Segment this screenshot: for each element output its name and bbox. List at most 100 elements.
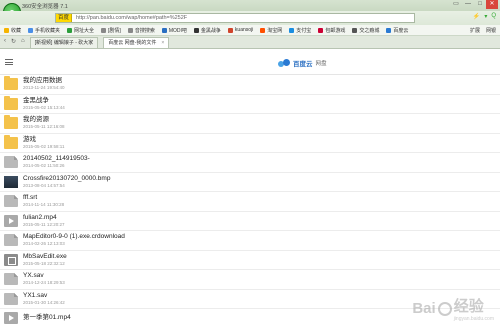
file-name: fff.srt	[23, 194, 38, 202]
file-name: 我的资源	[23, 116, 49, 124]
bookmark-item[interactable]: 音搜搜索	[127, 27, 155, 34]
bookmark-item[interactable]: 金黑战争	[193, 27, 221, 34]
file-list-item[interactable]: 我的应用数据 2013-11-24 19:54:40	[0, 75, 500, 95]
folder-icon	[4, 115, 18, 130]
file-list-item[interactable]: fff.srt 2014-11-14 11:30:28	[0, 192, 500, 212]
address-bar: 百度 http://pan.baidu.com/wap/home#path=%2…	[0, 11, 500, 25]
app-icon	[4, 253, 18, 266]
file-list-item[interactable]: 我的资源 2015-05-11 12:16:08	[0, 114, 500, 134]
bookmark-item[interactable]: 淘宝网	[260, 27, 282, 34]
file-name: MapEditor0-9-0 (1).exe.crdownload	[23, 233, 125, 241]
restore-icon[interactable]: ▭	[450, 0, 462, 9]
file-icon	[4, 273, 18, 286]
file-date: 2013-08-04 14:57:54	[23, 182, 65, 188]
bookmark-label: kuansoji	[234, 27, 254, 33]
search-icon[interactable]: Q	[491, 13, 496, 20]
tab-video[interactable]: [新视频] 编辑娘子 - 砍大家	[29, 37, 99, 48]
file-icon	[4, 234, 18, 247]
file-name: 第一季第01.mp4	[23, 314, 71, 322]
bookmark-label: 淘宝网	[267, 27, 283, 34]
maximize-button[interactable]: □	[474, 0, 486, 9]
dropdown-arrow-icon[interactable]: ▾	[484, 13, 487, 20]
file-name: fulian2.mp4	[23, 213, 57, 221]
file-date: 2015-05-02 15:13:44	[23, 104, 65, 110]
extension-button[interactable]: 扩展	[470, 27, 480, 34]
folder-icon	[4, 95, 18, 110]
file-date: 2014-05-02 11:50:26	[23, 163, 65, 169]
file-list-item[interactable]: MapEditor0-9-0 (1).exe.crdownload 2014-02…	[0, 231, 500, 251]
video-icon	[4, 214, 18, 227]
search-engine-selector[interactable]: 百度	[56, 14, 73, 22]
bookmark-favicon-icon	[227, 27, 233, 33]
bookmark-label: 交之瘾城	[359, 27, 380, 34]
bookmarks-bar: 收藏 手机收藏夹 网址大全 [剧情] 音搜搜索 MODI吧 金黑战争 kuansoji 淘宝网…	[0, 25, 500, 36]
bookmark-item[interactable]: 交之瘾城	[352, 27, 379, 34]
bookmark-label: 支付宝	[296, 27, 312, 34]
close-button[interactable]: ✕	[486, 0, 498, 9]
file-list-item[interactable]: 20140502_114919503- 2014-05-02 11:50:26	[0, 153, 500, 173]
file-name: 金黑战争	[23, 96, 49, 104]
bookmark-label: 手机收藏夹	[35, 27, 61, 34]
url-field-wrapper[interactable]: 百度 http://pan.baidu.com/wap/home#path=%2…	[55, 13, 415, 23]
bookmark-item[interactable]: 网址大全	[67, 27, 94, 34]
file-icon	[4, 292, 18, 305]
bookmark-label: 网址大全	[74, 27, 95, 34]
bookmark-favicon-icon	[101, 27, 107, 33]
file-date: 2013-11-24 19:54:40	[23, 85, 65, 91]
bookmark-favicon-icon	[67, 27, 73, 33]
bookmark-item[interactable]: 收藏	[4, 27, 21, 34]
bookmark-label: 音搜搜索	[134, 27, 155, 34]
tab-label: 百度云 网盘-我的文件	[108, 40, 157, 46]
file-list-item[interactable]: 金黑战争 2015-05-02 15:13:44	[0, 95, 500, 114]
bookmark-favicon-icon	[161, 27, 167, 33]
tab-label: [新视频] 编辑娘子 - 砍大家	[34, 40, 94, 46]
cloud-logo-icon	[278, 58, 290, 68]
minimize-button[interactable]: —	[462, 0, 474, 9]
file-date: 2015-05-11 12:20:27	[23, 221, 65, 227]
extension-button[interactable]: 网银	[486, 27, 496, 34]
file-list-item[interactable]: YX.sav 2014-12-24 18:29:53	[0, 270, 500, 290]
tab-bar: ‹ ↻ ⌂ [新视频] 编辑娘子 - 砍大家 百度云 网盘-我的文件 ×	[0, 36, 500, 49]
bookmark-item[interactable]: kuansoji	[227, 27, 254, 33]
bookmark-favicon-icon	[386, 27, 392, 33]
file-name: YX.sav	[23, 272, 44, 280]
folder-icon	[4, 134, 18, 149]
file-date: 2014-11-14 11:30:28	[23, 202, 65, 208]
bookmark-item[interactable]: 手机收藏夹	[28, 27, 60, 34]
file-list-item[interactable]: 游戏 2015-05-02 19:58:11	[0, 134, 500, 153]
bookmark-label: 金黑战争	[200, 27, 221, 34]
brand-name: 百度云	[293, 61, 313, 68]
bookmark-item[interactable]: 包邮游戏	[318, 27, 345, 34]
window-controls: ▭ — □ ✕	[450, 0, 498, 9]
brand-subtitle: 网盘	[315, 61, 327, 67]
tab-baidu-cloud[interactable]: 百度云 网盘-我的文件 ×	[103, 37, 170, 48]
url-input[interactable]: http://pan.baidu.com/wap/home#path=%252F	[76, 15, 187, 21]
watermark-url: jingyan.baidu.com	[453, 316, 494, 322]
bookmark-favicon-icon	[193, 27, 199, 33]
close-tab-icon[interactable]: ×	[161, 38, 164, 48]
file-date: 2014-02-26 12:13:03	[23, 241, 65, 247]
file-list-item[interactable]: fulian2.mp4 2015-05-11 12:20:27	[0, 212, 500, 231]
bookmark-item[interactable]: MODI吧	[161, 27, 187, 34]
bookmark-favicon-icon	[352, 27, 358, 33]
bookmark-item[interactable]: 支付宝	[289, 27, 311, 34]
bookmark-label: 包邮游戏	[325, 27, 346, 34]
home-icon[interactable]: ⌂	[21, 38, 25, 45]
file-list-item[interactable]: MbSavEdit.exe 2015-05-18 22:32:12	[0, 251, 500, 270]
file-name: 我的应用数据	[23, 77, 62, 85]
back-icon[interactable]: ‹	[4, 38, 6, 45]
file-date: 2015-01-30 14:26:42	[23, 299, 65, 305]
file-name: 游戏	[23, 135, 36, 143]
menu-icon[interactable]	[5, 59, 13, 65]
bookmark-item[interactable]: 百度云	[386, 27, 408, 34]
refresh-icon[interactable]: ↻	[11, 38, 16, 45]
paw-icon	[437, 301, 452, 316]
file-icon	[4, 156, 18, 169]
file-name: MbSavEdit.exe	[23, 252, 67, 260]
bookmark-item[interactable]: [剧情]	[101, 27, 121, 34]
file-name: Crossfire20130720_0000.bmp	[23, 174, 111, 182]
file-list-item[interactable]: Crossfire20130720_0000.bmp 2013-08-04 14:…	[0, 173, 500, 192]
file-date: 2014-12-24 18:29:53	[23, 280, 65, 286]
bookmark-label: 百度云	[393, 27, 409, 34]
lightning-icon[interactable]: ⚡	[473, 13, 480, 20]
